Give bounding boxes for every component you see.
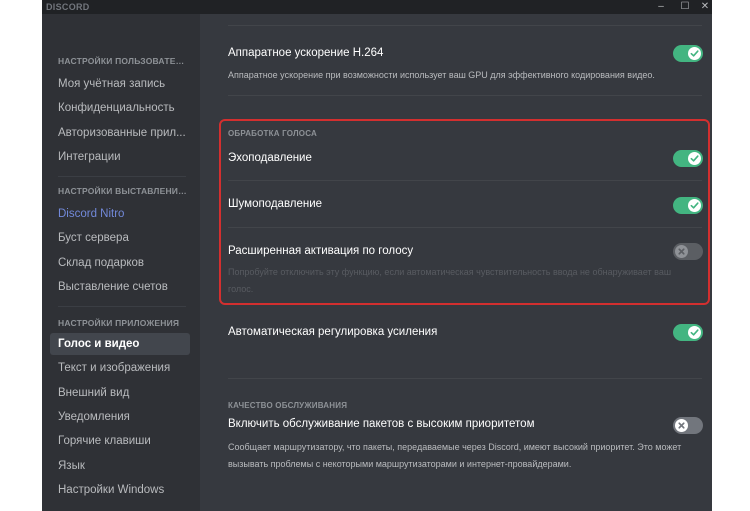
- toggle-knob: [688, 199, 701, 212]
- section-divider: [228, 25, 702, 26]
- title-bar: DISCORD – ☐ ✕: [42, 0, 712, 14]
- advanced-voice-activity-title: Расширенная активация по голосу: [228, 245, 414, 257]
- sidebar-item-server-boost[interactable]: Буст сервера: [50, 227, 190, 249]
- section-divider: [228, 95, 702, 96]
- automatic-gain-control-toggle[interactable]: [673, 324, 703, 341]
- sidebar-item-keybinds[interactable]: Горячие клавиши: [50, 430, 190, 452]
- check-icon: [690, 155, 699, 162]
- sidebar-divider: [58, 306, 186, 307]
- sidebar-item-authorized-apps[interactable]: Авторизованные прил...: [50, 122, 190, 144]
- settings-content: Аппаратное ускорение H.264 Аппаратное ус…: [200, 14, 712, 511]
- h264-toggle[interactable]: [673, 45, 703, 62]
- automatic-gain-control-title: Автоматическая регулировка усиления: [228, 326, 438, 338]
- sidebar-item-text-images[interactable]: Текст и изображения: [50, 357, 190, 379]
- sidebar-item-billing[interactable]: Выставление счетов: [50, 276, 190, 298]
- check-icon: [690, 50, 699, 57]
- quality-of-service-header: КАЧЕСТВО ОБСЛУЖИВАНИЯ: [228, 401, 348, 410]
- sidebar-item-language[interactable]: Язык: [50, 455, 190, 477]
- x-icon: [678, 422, 685, 429]
- minimize-button[interactable]: –: [650, 0, 672, 14]
- x-icon: [678, 248, 685, 255]
- qos-high-priority-description: Сообщает маршрутизатору, что пакеты, пер…: [228, 442, 682, 469]
- sidebar-item-my-account[interactable]: Моя учётная запись: [50, 73, 190, 95]
- sidebar-header-app-settings: НАСТРОЙКИ ПРИЛОЖЕНИЯ: [58, 318, 180, 328]
- h264-title: Аппаратное ускорение H.264: [228, 47, 384, 59]
- check-icon: [690, 202, 699, 209]
- toggle-knob: [688, 326, 701, 339]
- sidebar-header-billing-settings: НАСТРОЙКИ ВЫСТАВЛЕНИЯ...: [58, 186, 188, 196]
- toggle-knob: [688, 47, 701, 60]
- qos-high-priority-toggle[interactable]: [673, 417, 703, 434]
- noise-suppression-toggle[interactable]: [673, 197, 703, 214]
- advanced-voice-activity-description: Попробуйте отключить эту функцию, если а…: [228, 267, 672, 294]
- maximize-button[interactable]: ☐: [674, 0, 696, 14]
- h264-description: Аппаратное ускорение при возможности исп…: [228, 70, 655, 80]
- app-title: DISCORD: [46, 2, 90, 12]
- qos-high-priority-title: Включить обслуживание пакетов с высоким …: [228, 418, 535, 430]
- sidebar-item-privacy[interactable]: Конфиденциальность: [50, 97, 190, 119]
- toggle-knob: [675, 245, 688, 258]
- sidebar-item-voice-video[interactable]: Голос и видео: [50, 333, 190, 355]
- sidebar-item-notifications[interactable]: Уведомления: [50, 406, 190, 428]
- sidebar-item-discord-nitro[interactable]: Discord Nitro: [50, 203, 190, 225]
- voice-processing-header: ОБРАБОТКА ГОЛОСА: [228, 129, 317, 138]
- close-button[interactable]: ✕: [694, 0, 712, 14]
- toggle-knob: [688, 152, 701, 165]
- sidebar-item-windows-settings[interactable]: Настройки Windows: [50, 479, 190, 501]
- advanced-voice-activity-toggle[interactable]: [673, 243, 703, 260]
- noise-suppression-title: Шумоподавление: [228, 198, 323, 210]
- check-icon: [690, 329, 699, 336]
- sidebar-item-gift-inventory[interactable]: Склад подарков: [50, 252, 190, 274]
- section-divider: [228, 378, 702, 379]
- discord-window: DISCORD – ☐ ✕ НАСТРОЙКИ ПОЛЬЗОВАТЕЛЯ Моя…: [42, 0, 712, 511]
- echo-cancellation-title: Эхоподавление: [228, 152, 312, 164]
- sidebar-item-appearance[interactable]: Внешний вид: [50, 382, 190, 404]
- section-divider: [228, 180, 702, 181]
- toggle-knob: [675, 419, 688, 432]
- sidebar-item-integrations[interactable]: Интеграции: [50, 146, 190, 168]
- settings-sidebar: НАСТРОЙКИ ПОЛЬЗОВАТЕЛЯ Моя учётная запис…: [42, 14, 200, 511]
- sidebar-divider: [58, 176, 186, 177]
- sidebar-header-user-settings: НАСТРОЙКИ ПОЛЬЗОВАТЕЛЯ: [58, 56, 188, 66]
- echo-cancellation-toggle[interactable]: [673, 150, 703, 167]
- section-divider: [228, 227, 702, 228]
